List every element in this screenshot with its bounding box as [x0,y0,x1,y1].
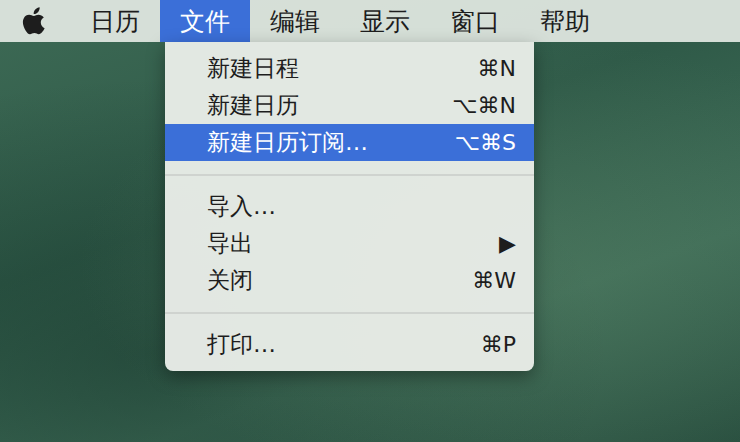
menu-separator [165,299,534,326]
menu-item-label: 导入… [207,191,276,222]
menu-item-label: 关闭 [207,265,253,296]
menubar-label: 日历 [90,5,140,38]
menubar-item[interactable]: 窗口 [430,0,520,42]
menu-item[interactable]: 打印… ⌘P [165,326,534,363]
menubar-label: 显示 [360,5,410,38]
menubar-item[interactable]: 显示 [340,0,430,42]
menubar-item[interactable]: 文件 [160,0,250,42]
menu-item[interactable]: 新建日历订阅… ⌥⌘S [165,124,534,161]
menu-item-label: 新建日程 [207,53,299,84]
menu-item-shortcut: ⌘N [454,56,516,81]
apple-icon [22,7,46,35]
menu-item[interactable]: 新建日程 ⌘N [165,50,534,87]
menu-item-label: 新建日历 [207,90,299,121]
menu-bar: 日历 文件 编辑 显示 窗口 帮助 [0,0,740,42]
menubar-label: 窗口 [450,5,500,38]
menu-item-label: 新建日历订阅… [207,127,368,158]
menubar-label: 文件 [180,5,230,38]
menu-item-shortcut: ⌥⌘N [428,93,516,118]
menubar-item[interactable]: 帮助 [520,0,610,42]
file-menu: 新建日程 ⌘N 新建日历 ⌥⌘N 新建日历订阅… ⌥⌘S 导入… 导出 ▶ 关闭 ⌘W 打印… ⌘P [165,42,534,371]
menu-item[interactable]: 新建日历 ⌥⌘N [165,87,534,124]
menu-item-label: 打印… [207,329,276,360]
menubar-item[interactable]: 编辑 [250,0,340,42]
apple-menu[interactable] [0,0,70,42]
menubar-label: 编辑 [270,5,320,38]
menu-item-label: 导出 [207,228,253,259]
menubar-label: 帮助 [540,5,590,38]
menu-item[interactable]: 导出 ▶ [165,225,534,262]
menubar-item[interactable]: 日历 [70,0,160,42]
menu-item-shortcut: ⌥⌘S [431,130,516,155]
menu-item-shortcut: ⌘W [448,268,516,293]
menu-item-shortcut: ▶ [475,231,516,256]
menu-item[interactable]: 导入… [165,188,534,225]
menu-item-shortcut: ⌘P [457,332,516,357]
menu-separator [165,161,534,188]
menu-item[interactable]: 关闭 ⌘W [165,262,534,299]
